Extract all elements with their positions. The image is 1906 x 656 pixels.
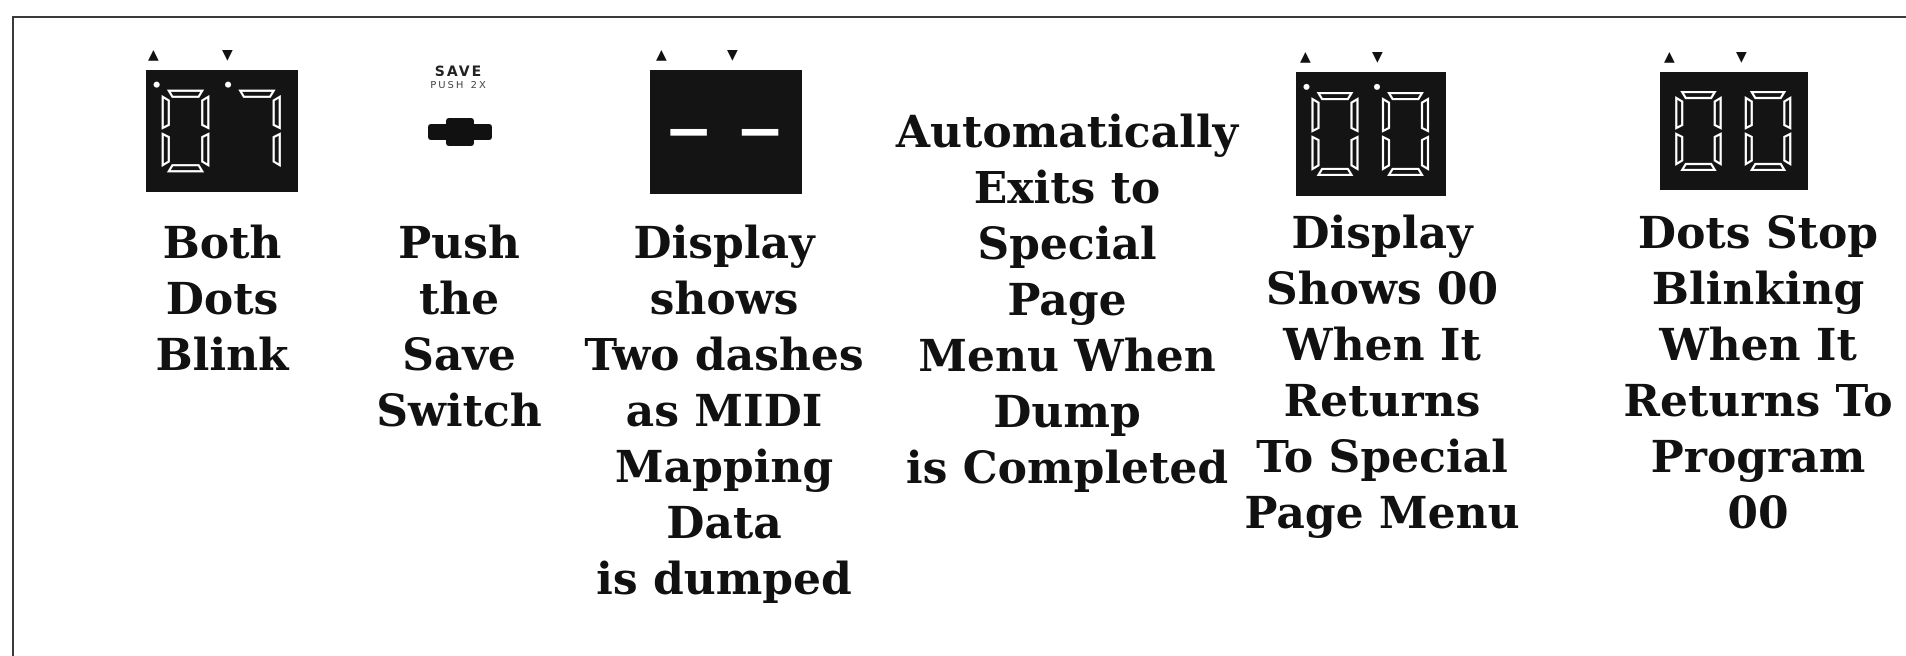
led-display [650, 70, 802, 194]
caption-line: as MIDI [625, 386, 823, 437]
digit-segment [1680, 162, 1717, 172]
digit-segment [161, 94, 170, 130]
up-arrow-icon: ▲ [1664, 49, 1675, 65]
digit-segment [1783, 132, 1792, 166]
step-caption: Display shows Two dashes as MIDI Mapping Data… [584, 216, 863, 608]
digit-segment [1316, 167, 1354, 177]
digit-segment [1675, 132, 1684, 166]
digit-segment [161, 132, 170, 168]
save-switch-label: SAVE PUSH 2X [430, 64, 488, 92]
step-caption: Automatically Exits to Special Page Menu Whe… [896, 105, 1238, 497]
caption-line: Save [402, 330, 516, 381]
digit-segment [1713, 96, 1722, 130]
caption-line: Display [1291, 208, 1473, 259]
digit-segment [1749, 90, 1787, 100]
digit-segment [1713, 132, 1722, 166]
caption-line: Dump [993, 387, 1141, 438]
caption-line: When It [1659, 320, 1857, 371]
digit-segment [1744, 132, 1753, 166]
caption-line: Menu When [918, 331, 1216, 382]
caption-line: Mapping [614, 442, 834, 493]
caption-line: the [418, 274, 500, 325]
led-display [1660, 72, 1808, 190]
caption-line: Returns [1283, 376, 1481, 427]
seven-segment-svg [1675, 90, 1792, 172]
down-arrow-icon: ▼ [1736, 49, 1747, 65]
caption-line: Both [162, 218, 282, 269]
decimal-dot [225, 81, 232, 88]
digit-segment [1680, 90, 1717, 100]
led-display [1296, 72, 1446, 196]
step-caption: Push the Save Switch [376, 216, 541, 440]
caption-line: Switch [376, 386, 542, 437]
digit-segment [1420, 97, 1430, 133]
digit-segment [272, 94, 281, 130]
step-caption: Both Dots Blink [155, 216, 288, 384]
dash-segment [741, 128, 779, 136]
caption-line: shows [649, 274, 799, 325]
up-arrow-icon: ▲ [148, 47, 159, 63]
caption-line: Push [398, 218, 520, 269]
caption-line: Exits to [973, 163, 1161, 214]
caption-line: Page [1007, 275, 1127, 326]
caption-line: Blink [155, 330, 289, 381]
caption-line: Program [1650, 432, 1866, 483]
decimal-dot [1303, 83, 1310, 90]
caption-line: When It [1283, 320, 1481, 371]
led-display [146, 70, 298, 192]
seven-segment-svg [153, 81, 281, 173]
save-switch-knob [446, 118, 474, 146]
caption-line: is dumped [596, 554, 852, 605]
step-caption: Display Shows 00 When It Returns To Special P… [1244, 206, 1519, 542]
digit-segment [1675, 96, 1684, 130]
digit-segment [1744, 96, 1753, 130]
down-arrow-icon: ▼ [222, 47, 233, 63]
digit-segment [1350, 135, 1359, 171]
digit-segment [166, 89, 205, 98]
digit-segment [1387, 167, 1424, 177]
seven-segment-svg [670, 128, 779, 136]
seven-segment-svg [1303, 83, 1430, 177]
caption-line: Two dashes [584, 330, 864, 381]
caption-line: Dots Stop [1637, 208, 1879, 259]
digit-segment [1381, 135, 1391, 171]
save-title: SAVE [434, 64, 484, 80]
caption-line: Data [666, 498, 782, 549]
digit-segment [1381, 97, 1391, 133]
digit-segment [272, 132, 281, 168]
digit-segment [1420, 135, 1430, 171]
down-arrow-icon: ▼ [1372, 49, 1383, 65]
caption-line: Returns To [1623, 376, 1893, 427]
caption-line: Display [633, 218, 815, 269]
digit-segment [1350, 97, 1359, 133]
up-arrow-icon: ▲ [656, 47, 667, 63]
caption-line: Dots [165, 274, 279, 325]
caption-line: Shows 00 [1265, 264, 1499, 315]
digit-segment [201, 94, 210, 130]
save-subtitle: PUSH 2X [430, 80, 488, 91]
up-arrow-icon: ▲ [1300, 49, 1311, 65]
caption-line: 00 [1727, 488, 1789, 539]
step-caption: Dots Stop Blinking When It Returns To Progra… [1623, 206, 1892, 542]
digit-segment [1387, 91, 1424, 101]
digit-segment [1783, 96, 1792, 130]
caption-line: is Completed [905, 443, 1229, 494]
caption-line: Automatically [895, 107, 1239, 158]
down-arrow-icon: ▼ [727, 47, 738, 63]
digit-segment [1749, 162, 1787, 172]
caption-line: Blinking [1651, 264, 1865, 315]
digit-segment [1316, 91, 1354, 101]
caption-line: Page Menu [1244, 488, 1520, 539]
caption-line: To Special [1256, 432, 1508, 483]
digit-segment [166, 164, 205, 173]
digit-segment [1311, 135, 1320, 171]
decimal-dot [1374, 83, 1380, 90]
digit-segment [238, 89, 276, 98]
caption-line: Special [977, 219, 1157, 270]
digit-segment [1311, 97, 1320, 133]
decimal-dot [153, 81, 160, 88]
dash-segment [670, 128, 707, 136]
digit-segment [201, 132, 210, 168]
